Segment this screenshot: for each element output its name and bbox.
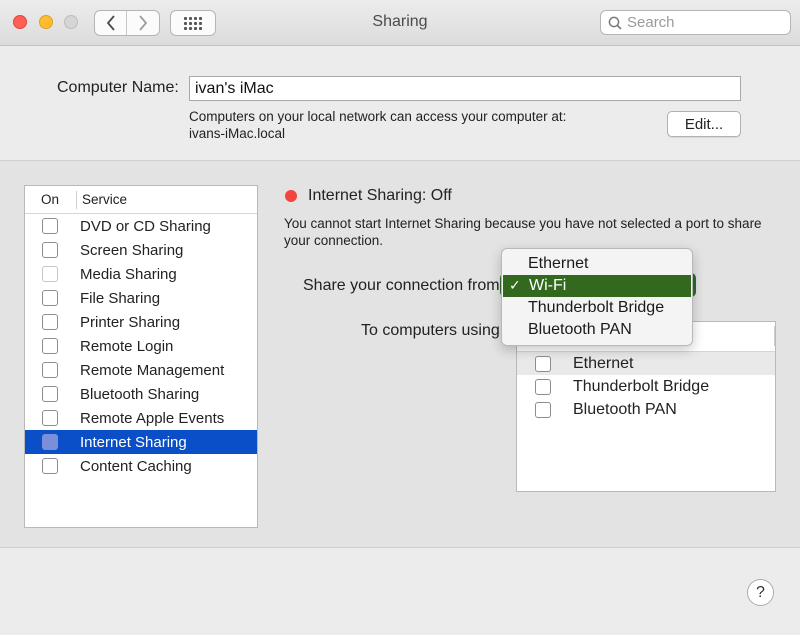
service-row-internet-sharing[interactable]: Internet Sharing (25, 430, 257, 454)
service-description: You cannot start Internet Sharing becaus… (284, 216, 762, 248)
service-row-dvd-or-cd-sharing[interactable]: DVD or CD Sharing (25, 214, 257, 238)
service-row-screen-sharing[interactable]: Screen Sharing (25, 238, 257, 262)
menu-item-label: Thunderbolt Bridge (528, 299, 665, 316)
edit-button[interactable]: Edit... (667, 111, 741, 137)
port-row-bluetooth-pan[interactable]: Bluetooth PAN (517, 398, 775, 421)
service-label: Content Caching (80, 457, 192, 475)
service-checkbox[interactable] (42, 314, 58, 330)
computer-name-label: Computer Name: (57, 79, 179, 96)
status-indicator (285, 190, 297, 202)
service-label: Remote Login (80, 337, 174, 355)
service-checkbox[interactable] (42, 338, 58, 354)
port-checkbox[interactable] (535, 378, 551, 395)
service-label: Screen Sharing (80, 241, 184, 259)
service-row-file-sharing[interactable]: File Sharing (25, 286, 257, 310)
menu-item-ethernet[interactable]: Ethernet (502, 253, 692, 275)
port-row-thunderbolt-bridge[interactable]: Thunderbolt Bridge (517, 375, 775, 398)
search-icon (608, 16, 622, 30)
service-row-remote-login[interactable]: Remote Login (25, 334, 257, 358)
port-label: Thunderbolt Bridge (573, 377, 710, 395)
service-row-media-sharing[interactable]: Media Sharing (25, 262, 257, 286)
service-label: Media Sharing (80, 265, 177, 283)
service-row-remote-apple-events[interactable]: Remote Apple Events (25, 406, 257, 430)
local-hostname: ivans-iMac.local (189, 126, 286, 141)
service-checkbox[interactable] (42, 362, 58, 378)
service-label: Remote Management (80, 361, 225, 379)
service-row-printer-sharing[interactable]: Printer Sharing (25, 310, 257, 334)
service-label: Internet Sharing (80, 433, 187, 451)
search-box[interactable] (600, 10, 791, 35)
port-label: Ethernet (573, 354, 634, 372)
service-checkbox[interactable] (42, 218, 58, 234)
service-label: Bluetooth Sharing (80, 385, 200, 403)
service-checkbox (42, 266, 58, 282)
service-label: Printer Sharing (80, 313, 181, 331)
service-checkbox[interactable] (42, 386, 58, 402)
service-status: Internet Sharing: Off (308, 187, 452, 204)
service-label: File Sharing (80, 289, 161, 307)
service-checkbox[interactable] (42, 290, 58, 306)
menu-item-thunderbolt-bridge[interactable]: Thunderbolt Bridge (502, 297, 692, 319)
ports-rows: Ethernet Thunderbolt Bridge Bluetooth PAN (517, 352, 775, 421)
service-row-content-caching[interactable]: Content Caching (25, 454, 257, 478)
service-checkbox[interactable] (42, 434, 58, 450)
to-computers-label: To computers using: (361, 322, 505, 339)
share-from-label: Share your connection from: (303, 277, 504, 294)
help-button[interactable]: ? (747, 579, 774, 606)
service-checkbox[interactable] (42, 242, 58, 258)
local-address-info: Computers on your local network can acce… (189, 108, 566, 142)
column-header-on[interactable]: On (25, 190, 77, 209)
menu-item-wi-fi[interactable]: ✓ Wi-Fi (503, 275, 691, 297)
search-input[interactable] (627, 14, 777, 31)
port-checkbox[interactable] (535, 355, 551, 372)
service-row-bluetooth-sharing[interactable]: Bluetooth Sharing (25, 382, 257, 406)
column-header-service[interactable]: Service (77, 192, 127, 207)
services-list[interactable]: On Service DVD or CD Sharing Screen Shari… (24, 185, 258, 528)
service-checkbox[interactable] (42, 410, 58, 426)
menu-items: Ethernet ✓ Wi-Fi Thunderbolt Bridge Bluetoot… (502, 253, 692, 341)
menu-item-label: Ethernet (528, 255, 589, 272)
ports-list[interactable]: Ethernet Thunderbolt Bridge Bluetooth PAN (516, 321, 776, 492)
services-list-header: On Service (25, 186, 257, 214)
local-address-info-line: Computers on your local network can acce… (189, 109, 567, 124)
service-row-remote-management[interactable]: Remote Management (25, 358, 257, 382)
service-checkbox[interactable] (42, 458, 58, 474)
service-label: DVD or CD Sharing (80, 217, 211, 235)
title-bar: Sharing (0, 0, 800, 46)
services-rows: DVD or CD Sharing Screen Sharing Media Sha… (25, 214, 257, 478)
menu-item-label: Bluetooth PAN (528, 321, 632, 338)
menu-item-bluetooth-pan[interactable]: Bluetooth PAN (502, 319, 692, 341)
menu-item-label: Wi-Fi (529, 277, 567, 294)
share-from-menu: Ethernet ✓ Wi-Fi Thunderbolt Bridge Bluetoot… (501, 248, 693, 346)
checkmark-icon: ✓ (509, 277, 521, 293)
computer-name-field[interactable] (189, 76, 741, 101)
port-row-ethernet[interactable]: Ethernet (517, 352, 775, 375)
port-label: Bluetooth PAN (573, 400, 677, 418)
sharing-window: Sharing Computer Name: Computers on your… (0, 0, 800, 635)
port-checkbox[interactable] (535, 401, 551, 418)
service-label: Remote Apple Events (80, 409, 225, 427)
